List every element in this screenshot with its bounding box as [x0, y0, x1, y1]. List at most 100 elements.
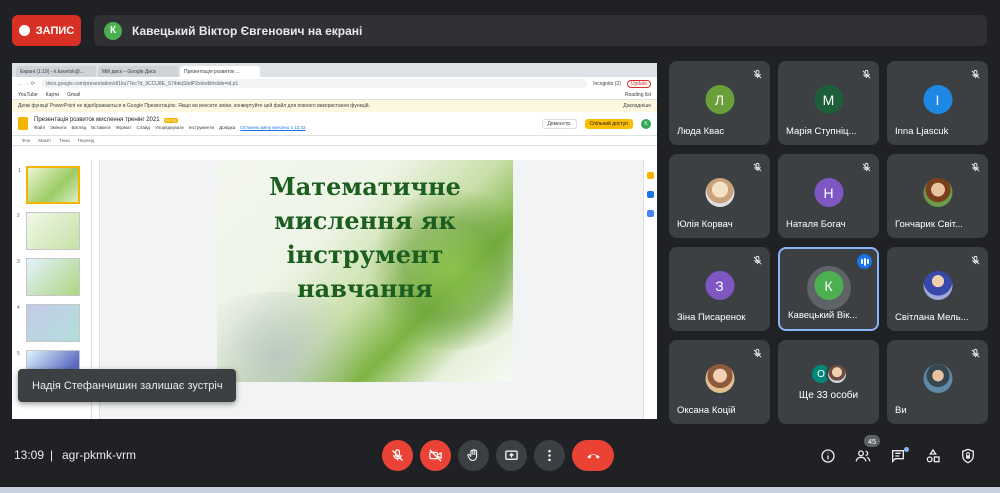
participant-name: Світлана Мель...	[895, 312, 969, 323]
participant-name: Ви	[895, 405, 907, 416]
meeting-details-button[interactable]	[818, 446, 838, 466]
mic-off-icon	[750, 346, 764, 360]
menu-view: Вигляд	[71, 125, 87, 130]
camera-toggle-button[interactable]	[420, 440, 451, 471]
update-button: Update	[626, 79, 651, 88]
mic-off-icon	[392, 449, 403, 461]
microphone-toggle-button[interactable]	[382, 440, 413, 471]
mic-off-icon	[968, 67, 982, 81]
slide-title: Математичне мислення як інструмент навча…	[269, 172, 461, 303]
more-vert-icon	[548, 449, 551, 462]
participant-tile[interactable]: Гончарик Світ...	[887, 154, 988, 238]
toast-text: Надія Стефанчишин залишає зустріч	[32, 379, 223, 392]
reading-list: Reading list	[624, 91, 651, 98]
participant-avatar: I	[923, 85, 952, 114]
more-options-button[interactable]	[534, 440, 565, 471]
warning-text: Деякі функції PowerPoint не відображають…	[18, 103, 370, 109]
raise-hand-button[interactable]	[458, 440, 489, 471]
mic-off-icon	[859, 160, 873, 174]
participant-avatar: М	[814, 85, 843, 114]
participant-name: Наталя Богач	[786, 219, 846, 230]
browser-tab: Екрані (1:19) - k.kavetsk@...	[16, 66, 96, 77]
meeting-code: agr-pkmk-vrm	[62, 448, 136, 462]
contacts-icon	[647, 210, 654, 217]
keep-icon	[647, 172, 654, 179]
camera-off-icon	[429, 449, 442, 462]
participant-tile[interactable]: М Марія Ступніц...	[778, 61, 879, 145]
present-screen-button[interactable]	[496, 440, 527, 471]
participant-tile[interactable]: Оксана Коцій	[669, 340, 770, 424]
toolbar-transition: Перехід	[77, 138, 95, 143]
participant-name: Гончарик Світ...	[895, 219, 963, 230]
mic-off-icon	[968, 253, 982, 267]
leave-call-button[interactable]	[572, 440, 614, 471]
bookmark-maps: Карти	[45, 91, 60, 98]
participant-name: Юлія Корвач	[677, 219, 733, 230]
document-title: Презентація розвиток мислення тренінг 20…	[34, 117, 160, 123]
menu-format: Формат	[115, 125, 132, 130]
mic-off-icon	[750, 160, 764, 174]
participant-name: Марія Ступніц...	[786, 126, 857, 137]
menu-arrange: Упорядкувати	[155, 125, 184, 130]
people-icon	[855, 450, 871, 462]
separator: |	[50, 448, 54, 462]
bookmark-gmail: Gmail	[67, 91, 81, 98]
participant-photo	[705, 364, 734, 393]
mic-off-icon	[750, 67, 764, 81]
activities-button[interactable]	[923, 446, 943, 466]
meeting-clock: 13:09	[14, 448, 45, 462]
record-dot-icon	[18, 25, 30, 36]
menu-help: Довідка	[219, 125, 236, 130]
tasks-icon	[647, 191, 654, 198]
participant-avatar: К	[814, 271, 843, 300]
participant-left-toast: Надія Стефанчишин залишає зустріч	[18, 369, 236, 402]
presenter-banner: К Кавецький Віктор Євгенович на екрані	[94, 15, 987, 46]
participants-button[interactable]	[853, 446, 873, 466]
menu-slide: Слайд	[136, 125, 150, 130]
more-avatar-photo	[826, 363, 848, 385]
account-avatar: K	[641, 118, 651, 129]
speaking-indicator-icon	[857, 254, 872, 269]
mic-off-icon	[968, 346, 982, 360]
mic-off-icon	[750, 253, 764, 267]
host-controls-button[interactable]	[958, 446, 978, 466]
presenter-text: Кавецький Віктор Євгенович на екрані	[132, 23, 363, 38]
participant-tile-speaking[interactable]: К Кавецький Вік...	[778, 247, 879, 331]
shapes-icon	[926, 448, 940, 463]
participant-photo	[923, 178, 952, 207]
pptx-badge: PPTX	[163, 117, 178, 123]
participant-name: Кавецький Вік...	[788, 310, 858, 321]
os-taskbar	[0, 487, 1000, 493]
bookmarks-bar: YouTube Карти Gmail Reading list	[12, 90, 657, 100]
toolbar-layout: Макет	[38, 138, 52, 143]
shield-lock-icon	[962, 448, 974, 464]
last-edit-link: Останню зміну внесено о 13:42	[240, 125, 306, 130]
meet-window: ЗАПИС К Кавецький Віктор Євгенович на ек…	[0, 0, 1000, 493]
info-icon	[821, 449, 835, 463]
participant-tile[interactable]: Н Наталя Богач	[778, 154, 879, 238]
slide-thumbnail: 3	[17, 258, 80, 296]
address-bar: docs.google.com/presentation/d/1ku7Tec7d…	[40, 79, 588, 88]
slide-thumbnail: 1	[18, 166, 80, 204]
participant-tile[interactable]: Л Люда Квас	[669, 61, 770, 145]
more-participants-text: Ще 33 особи	[798, 390, 859, 401]
participant-tile[interactable]: З Зіна Писаренок	[669, 247, 770, 331]
participant-name: Inna Ljascuk	[895, 126, 949, 137]
participant-avatar: Н	[814, 178, 843, 207]
menu-tools: Інструменти	[188, 125, 215, 130]
more-participants-tile[interactable]: О Ще 33 особи	[778, 340, 879, 424]
browser-address-row: ← → ⟳ docs.google.com/presentation/d/1ku…	[12, 77, 657, 90]
toolbar-background: Фон	[22, 138, 31, 143]
participant-avatar: Л	[705, 85, 734, 114]
side-panel-icons	[643, 160, 657, 419]
hang-up-icon	[586, 454, 600, 459]
participant-tile[interactable]: Світлана Мель...	[887, 247, 988, 331]
participant-photo	[705, 178, 734, 207]
participant-tile[interactable]: I Inna Ljascuk	[887, 61, 988, 145]
participant-photo	[923, 364, 952, 393]
self-tile[interactable]: Ви	[887, 340, 988, 424]
present-icon	[505, 450, 518, 460]
participant-tile[interactable]: Юлія Корвач	[669, 154, 770, 238]
participant-name: Оксана Коцій	[677, 405, 736, 416]
recording-indicator[interactable]: ЗАПИС	[12, 15, 81, 46]
